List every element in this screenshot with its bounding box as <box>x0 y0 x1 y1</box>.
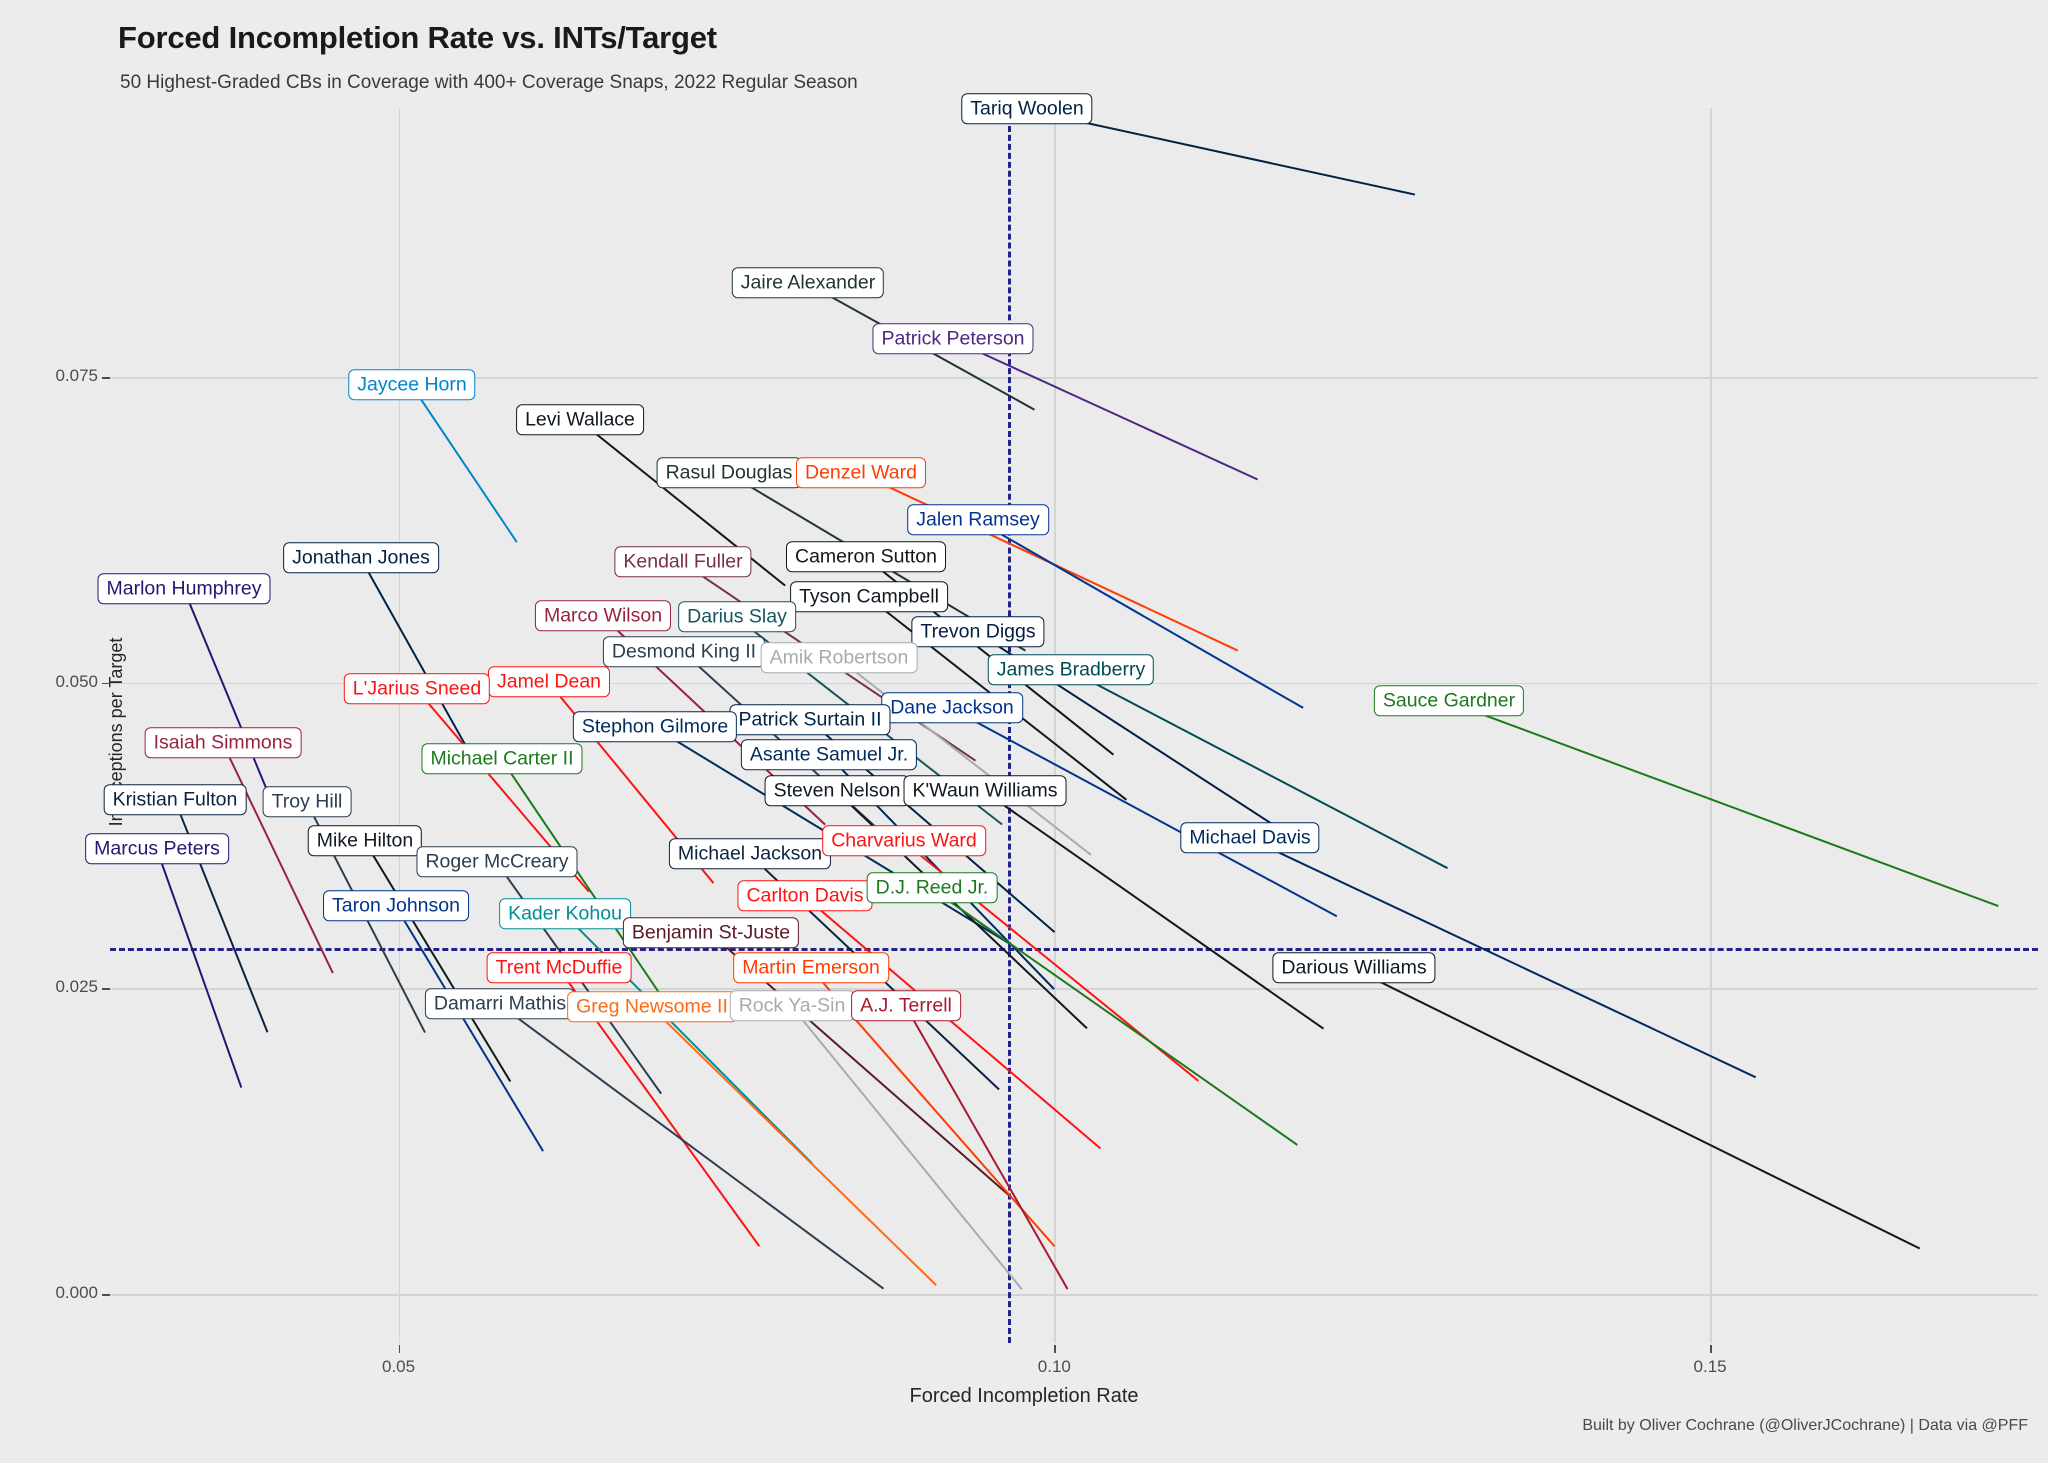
player-label[interactable]: Darious Williams <box>1272 952 1436 984</box>
x-axis-tick-label: 0.10 <box>1037 1357 1071 1376</box>
player-label[interactable]: Kristian Fulton <box>103 784 247 816</box>
player-label[interactable]: Carlton Davis <box>737 880 873 912</box>
player-label[interactable]: K'Waun Williams <box>903 775 1067 807</box>
player-label[interactable]: Trent McDuffie <box>486 952 632 984</box>
y-axis-tick-label: 0.000 <box>55 1283 98 1303</box>
player-label[interactable]: A.J. Terrell <box>851 990 961 1022</box>
x-axis-tick-mark <box>1054 1345 1056 1353</box>
player-label[interactable]: Martin Emerson <box>733 952 889 984</box>
chart-caption: Built by Oliver Cochrane (@OliverJCochra… <box>1582 1417 2028 1434</box>
player-label[interactable]: Mike Hilton <box>307 825 423 857</box>
player-label[interactable]: Isaiah Simmons <box>144 727 302 759</box>
y-axis-tick-mark <box>102 377 110 379</box>
player-label[interactable]: Amik Robertson <box>760 642 918 674</box>
player-label[interactable]: Michael Carter II <box>421 743 583 775</box>
player-label[interactable]: L'Jarius Sneed <box>343 673 491 705</box>
player-label[interactable]: Stephon Gilmore <box>572 711 738 743</box>
player-label[interactable]: Asante Samuel Jr. <box>740 739 918 771</box>
y-axis-tick-mark <box>102 988 110 990</box>
grid-line-vertical <box>398 108 401 1343</box>
player-label[interactable]: Jamel Dean <box>487 666 611 698</box>
player-label[interactable]: Damarri Mathis <box>424 988 576 1020</box>
player-label[interactable]: Kader Kohou <box>499 898 631 930</box>
player-label[interactable]: Patrick Surtain II <box>729 704 891 736</box>
player-label[interactable]: Darius Slay <box>678 601 796 633</box>
player-label[interactable]: Michael Davis <box>1180 822 1320 854</box>
player-label[interactable]: Jonathan Jones <box>283 542 439 574</box>
reference-line-vertical <box>1008 108 1012 1343</box>
y-axis-tick-label: 0.050 <box>55 671 98 691</box>
chart-subtitle: 50 Highest-Graded CBs in Coverage with 4… <box>120 72 858 93</box>
player-label[interactable]: D.J. Reed Jr. <box>866 872 998 904</box>
player-label[interactable]: Tyson Campbell <box>790 581 948 613</box>
x-axis-tick-mark <box>398 1345 401 1353</box>
player-label[interactable]: Rasul Douglas <box>656 457 802 489</box>
x-axis-title: Forced Incompletion Rate <box>909 1385 1139 1407</box>
player-label[interactable]: Taron Johnson <box>323 890 469 922</box>
player-label[interactable]: Patrick Peterson <box>872 323 1034 355</box>
player-label[interactable]: Troy Hill <box>262 786 352 818</box>
x-axis-tick-label: 0.05 <box>381 1357 416 1376</box>
y-axis-tick-mark <box>102 682 110 685</box>
player-label[interactable]: Marco Wilson <box>534 600 672 632</box>
player-label[interactable]: Benjamin St-Juste <box>622 917 800 949</box>
x-axis-tick-label: 0.15 <box>1693 1357 1727 1376</box>
player-label[interactable]: Desmond King II <box>602 636 766 668</box>
y-axis-tick-mark <box>102 1294 110 1296</box>
player-label[interactable]: Jalen Ramsey <box>907 504 1049 536</box>
player-label[interactable]: Sauce Gardner <box>1373 685 1525 717</box>
x-axis-tick-mark <box>1710 1345 1712 1353</box>
player-label[interactable]: James Bradberry <box>987 654 1155 686</box>
y-axis-tick-label: 0.075 <box>55 366 98 385</box>
player-label[interactable]: Marlon Humphrey <box>97 573 271 605</box>
player-label[interactable]: Trevon Diggs <box>911 616 1045 648</box>
y-axis-tick-label: 0.025 <box>55 977 98 997</box>
player-label[interactable]: Cameron Sutton <box>786 541 946 573</box>
player-label[interactable]: Steven Nelson <box>764 775 910 807</box>
player-label[interactable]: Jaycee Horn <box>348 369 476 401</box>
player-label[interactable]: Greg Newsome II <box>567 991 737 1023</box>
player-label[interactable]: Jaire Alexander <box>731 267 885 299</box>
player-label[interactable]: Rock Ya-Sin <box>729 990 855 1022</box>
player-label[interactable]: Charvarius Ward <box>822 825 986 857</box>
page-title: Forced Incompletion Rate vs. INTs/Target <box>118 20 717 55</box>
player-label[interactable]: Tariq Woolen <box>961 93 1093 125</box>
player-label[interactable]: Kendall Fuller <box>614 546 752 578</box>
player-label[interactable]: Marcus Peters <box>85 833 229 865</box>
player-label[interactable]: Michael Jackson <box>668 838 832 870</box>
grid-line-vertical <box>1054 108 1056 1343</box>
grid-line-vertical <box>1710 108 1712 1343</box>
chart-root: Forced Incompletion Rate vs. INTs/Target… <box>0 0 2048 1463</box>
player-label[interactable]: Denzel Ward <box>796 457 926 489</box>
player-label[interactable]: Roger McCreary <box>416 846 578 878</box>
player-label[interactable]: Levi Wallace <box>516 404 644 436</box>
reference-line-horizontal <box>110 948 2038 952</box>
player-label[interactable]: Dane Jackson <box>881 692 1023 724</box>
